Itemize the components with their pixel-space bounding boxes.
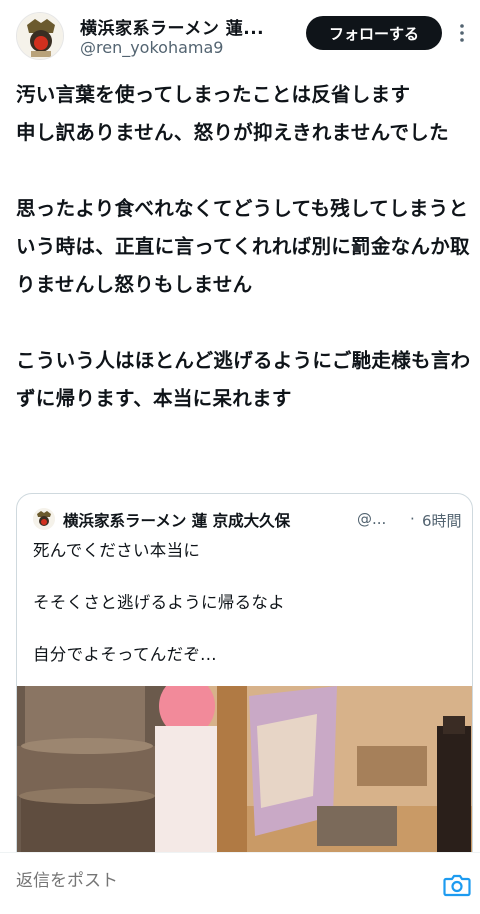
quoted-separator: · (410, 510, 415, 528)
follow-button[interactable]: フォローする (306, 16, 442, 50)
reply-input[interactable] (16, 871, 396, 891)
profile-avatar[interactable] (16, 12, 64, 60)
reply-bar (0, 852, 480, 914)
quoted-text: 死んでください本当に そそくさと逃げるように帰るなよ 自分でよそってんだぞ... (33, 541, 285, 664)
quoted-photo[interactable] (17, 676, 472, 872)
quoted-handle: @... (357, 510, 387, 528)
camera-icon[interactable] (443, 872, 471, 898)
tweet-body: 汚い言葉を使ってしまったことは反省します 申し訳ありません、怒りが抑えきれません… (16, 83, 471, 410)
display-name[interactable]: 横浜家系ラーメン 蓮... (80, 14, 290, 39)
tweet-header: 横浜家系ラーメン 蓮... @ren_yokohama9 フォローする (0, 0, 480, 70)
user-handle[interactable]: @ren_yokohama9 (80, 38, 223, 57)
quoted-timestamp: 6時間 (422, 512, 462, 530)
quoted-avatar (33, 508, 55, 530)
quoted-display-name: 横浜家系ラーメン 蓮 京成大久保 (63, 512, 291, 530)
quoted-tweet[interactable]: 横浜家系ラーメン 蓮 京成大久保 @... · 6時間 死んでください本当に そ… (16, 493, 473, 873)
more-vertical-icon[interactable] (454, 20, 470, 46)
